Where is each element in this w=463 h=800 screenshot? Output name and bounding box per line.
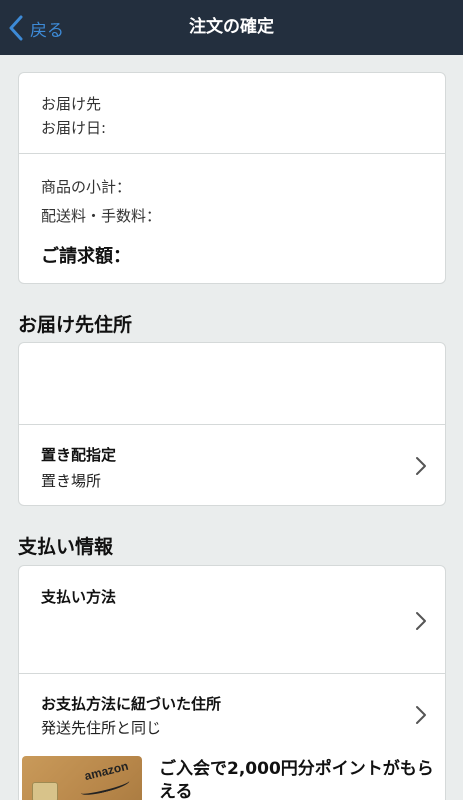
payment-method-label: 支払い方法: [41, 588, 117, 606]
promo-text: ご入会で2,000円分ポイントがもらえる: [159, 759, 434, 800]
placement-subtitle: 置き場所: [41, 472, 102, 490]
divider: [19, 153, 445, 154]
address-row[interactable]: [19, 343, 445, 424]
address-card: 置き配指定 置き場所: [18, 342, 446, 506]
order-summary-card: お届け先 お届け日: 商品の小計： 配送料・手数料： ご請求額：: [18, 72, 446, 284]
ship-to-label: お届け先: [41, 95, 102, 113]
credit-card-promo[interactable]: amazon ご入会で2,000円分ポイントがもらえる: [18, 751, 446, 800]
chevron-right-icon: [416, 457, 426, 475]
chevron-right-icon: [416, 612, 426, 630]
payment-card: 支払い方法 お支払方法に紐づいた住所 発送先住所と同じ: [18, 565, 446, 765]
payment-section-title: 支払い情報: [18, 536, 114, 558]
delivery-date-label: お届け日:: [41, 119, 107, 137]
shipping-fee-label: 配送料・手数料：: [41, 207, 162, 225]
chevron-right-icon: [416, 706, 426, 724]
placement-row[interactable]: 置き配指定 置き場所: [19, 425, 445, 505]
billing-address-title: お支払方法に紐づいた住所: [41, 695, 222, 713]
navigation-bar: 戻る 注文の確定: [0, 0, 463, 55]
card-chip-icon: [32, 782, 58, 800]
subtotal-label: 商品の小計：: [41, 178, 132, 196]
placement-title: 置き配指定: [41, 446, 117, 464]
payment-method-row[interactable]: 支払い方法: [19, 566, 445, 673]
page-title: 注文の確定: [189, 17, 274, 37]
billing-address-row[interactable]: お支払方法に紐づいた住所 発送先住所と同じ: [19, 674, 445, 754]
total-label: ご請求額：: [41, 246, 131, 267]
billing-address-subtitle: 発送先住所と同じ: [41, 719, 162, 737]
address-section-title: お届け先住所: [18, 314, 133, 336]
credit-card-image: amazon: [22, 756, 142, 800]
